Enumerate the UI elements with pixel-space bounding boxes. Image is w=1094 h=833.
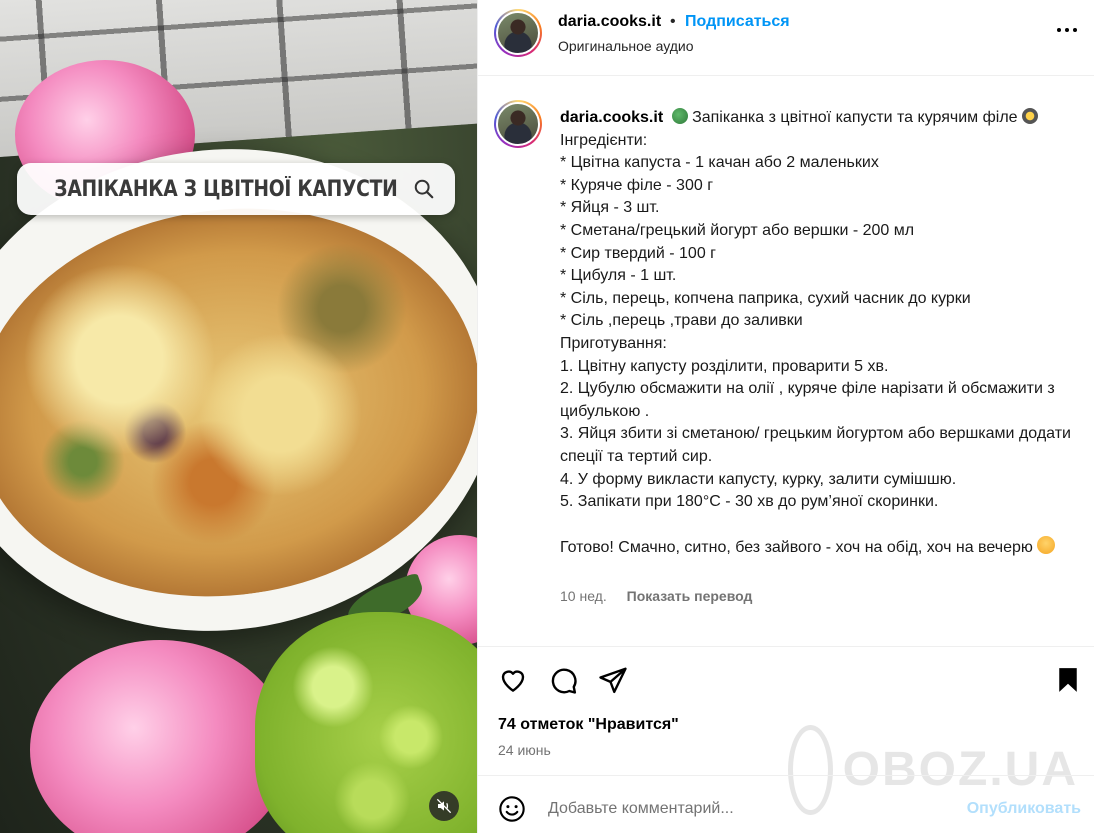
comment-input[interactable] <box>548 796 928 822</box>
caption-line: Інгредієнти: <box>560 131 648 149</box>
likes-count[interactable]: 74 отметок "Нравится" <box>498 716 679 734</box>
caption-line: * Цвітна капуста - 1 качан або 2 маленьк… <box>560 154 879 172</box>
original-audio-link[interactable]: Оригинальное аудио <box>558 38 694 54</box>
post-date[interactable]: 24 июнь <box>498 742 551 758</box>
author-username-link[interactable]: daria.cooks.it <box>558 13 661 31</box>
more-options-button[interactable] <box>1057 28 1077 32</box>
caption-line: * Куряче філе - 300 г <box>560 176 714 194</box>
caption-line: * Сир твердий - 100 г <box>560 244 716 262</box>
follow-button[interactable]: Подписаться <box>685 13 790 31</box>
volume-muted-icon <box>436 798 452 814</box>
post-header: daria.cooks.it • Подписаться Оригинально… <box>478 0 1094 76</box>
publish-comment-button[interactable]: Опубликовать <box>967 800 1081 818</box>
like-heart-icon[interactable] <box>498 665 528 695</box>
more-dots-icon <box>1057 28 1061 32</box>
author-avatar[interactable] <box>494 9 542 57</box>
pan-icon <box>1022 108 1039 124</box>
caption-line: * Сіль ,перець ,трави до заливки <box>560 312 803 330</box>
caption-meta: 10 нед. Показать перевод <box>560 588 752 604</box>
separator-dot: • <box>670 13 676 30</box>
post-age: 10 нед. <box>560 588 607 604</box>
mute-toggle-button[interactable] <box>429 791 459 821</box>
caption-line: 4. У форму викласти капусту, курку, зали… <box>560 470 957 488</box>
share-send-icon[interactable] <box>598 665 628 695</box>
post-details-panel: daria.cooks.it • Подписаться Оригинально… <box>477 0 1094 833</box>
caption-title: Запіканка з цвітної капусти та курячим ф… <box>692 109 1018 126</box>
search-icon <box>414 179 434 199</box>
smiling-face-icon <box>1037 536 1056 555</box>
caption-line: Готово! Смачно, ситно, без зайвого - хоч… <box>560 539 1033 557</box>
caption-line: Приготування: <box>560 334 667 352</box>
show-translation-button[interactable]: Показать перевод <box>627 588 753 604</box>
caption-author-avatar[interactable] <box>494 100 542 148</box>
save-bookmark-icon[interactable] <box>1053 665 1083 695</box>
caption-username-link[interactable]: daria.cooks.it <box>560 109 663 126</box>
instagram-post-view: ЗАПІКАНКА З ЦВІТНОЇ КАПУСТИ daria.cooks.… <box>0 0 1094 833</box>
caption-line: * Яйця - 3 шт. <box>560 199 660 217</box>
comment-bubble-icon[interactable] <box>548 665 578 695</box>
search-overlay: ЗАПІКАНКА З ЦВІТНОЇ КАПУСТИ <box>17 163 455 215</box>
caption-line: * Цибуля - 1 шт. <box>560 267 677 285</box>
caption-line: * Сіль, перець, копчена паприка, сухий ч… <box>560 289 971 307</box>
caption-line: 5. Запікати при 180°C - 30 хв до рум’яно… <box>560 493 939 511</box>
caption-text: daria.cooks.it Запіканка з цвітної капус… <box>560 107 1090 560</box>
peony-flower <box>30 640 290 833</box>
caption-line: 3. Яйця збити зі сметаною/ грецьким йогу… <box>560 425 1071 465</box>
post-media-video[interactable]: ЗАПІКАНКА З ЦВІТНОЇ КАПУСТИ <box>0 0 477 833</box>
caption-line <box>560 514 1090 537</box>
caption-line: * Сметана/грецький йогурт або вершки - 2… <box>560 221 915 239</box>
action-bar <box>478 646 1094 706</box>
caption-line: 2. Цубулю обсмажити на олії , куряче філ… <box>560 380 1055 420</box>
broccoli-icon <box>671 108 688 124</box>
comment-bar: Опубликовать <box>478 775 1094 833</box>
caption-line: 1. Цвітну капусту розділити, проварити 5… <box>560 357 889 375</box>
emoji-smiley-icon[interactable] <box>498 795 526 823</box>
search-overlay-text: ЗАПІКАНКА З ЦВІТНОЇ КАПУСТИ <box>54 176 398 202</box>
